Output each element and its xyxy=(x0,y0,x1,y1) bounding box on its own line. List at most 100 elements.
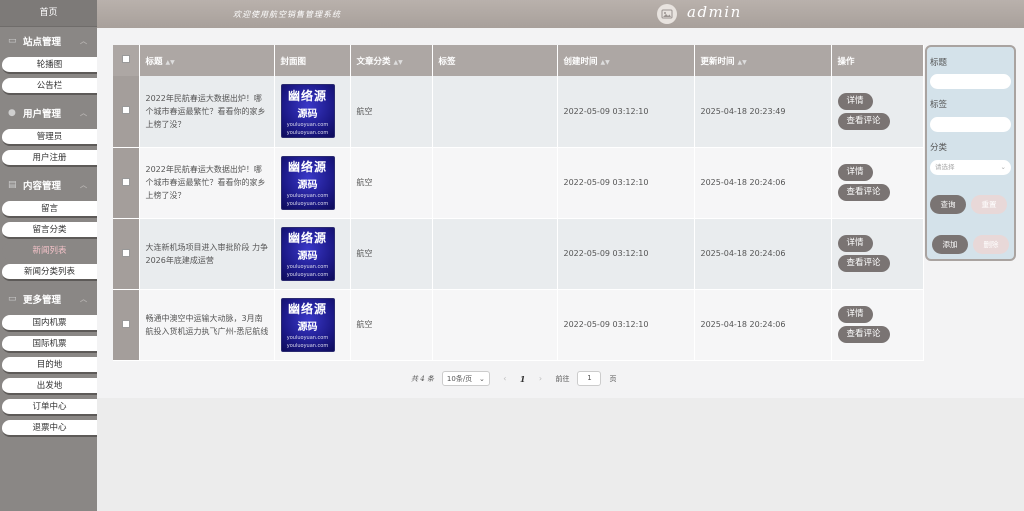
row-updated: 2025-04-18 20:24:06 xyxy=(694,147,832,219)
category-filter-select[interactable]: 请选择 ⌄ xyxy=(930,160,1011,175)
view-comments-button[interactable]: 查看评论 xyxy=(837,184,890,201)
row-title-cell: 畅通中澳空中运输大动脉，3月南航投入货机运力执飞广州-悉尼航线 xyxy=(139,289,275,361)
chevron-up-icon: ︿ xyxy=(80,37,87,45)
sidebar-item-departure[interactable]: 出发地 xyxy=(2,378,97,395)
table-row: 2022年民航春运大数据出炉！哪个城市春运最繁忙？看看你的家乡上榜了没？ 幽络源… xyxy=(113,147,924,219)
sidebar-item-user-register[interactable]: 用户注册 xyxy=(2,150,97,167)
view-comments-button[interactable]: 查看评论 xyxy=(837,255,890,272)
sidebar-item-message[interactable]: 留言 xyxy=(2,201,97,218)
sidebar-group-user[interactable]: ● 用户管理 ︿ xyxy=(0,99,97,127)
row-category: 航空 xyxy=(350,76,433,148)
sidebar-item-refund-center[interactable]: 退票中心 xyxy=(2,420,97,437)
detail-button[interactable]: 详情 xyxy=(837,164,873,181)
row-created: 2022-05-09 03:12:10 xyxy=(557,289,695,361)
delete-button[interactable]: 删除 xyxy=(973,235,1009,254)
row-tag xyxy=(432,218,558,290)
tag-filter-input[interactable] xyxy=(930,117,1011,132)
cover-image[interactable]: 幽络源 源码 youluoyuan.com youluoyuan.com xyxy=(280,84,335,139)
next-page-button[interactable]: › xyxy=(533,374,547,383)
row-title-cell: 2022年民航春运大数据出炉！哪个城市春运最繁忙？看看你的家乡上榜了没？ xyxy=(139,76,275,148)
title-filter-input[interactable] xyxy=(930,74,1011,89)
prev-page-button[interactable]: ‹ xyxy=(498,374,512,383)
search-panel: 标题 标签 分类 请选择 ⌄ 查询 重置 添加 删除 xyxy=(925,45,1016,261)
cover-url: youluoyuan.com xyxy=(286,129,329,136)
sidebar-item-destination[interactable]: 目的地 xyxy=(2,357,97,374)
col-created[interactable]: 创建时间 ▲▼ xyxy=(557,45,695,76)
query-button[interactable]: 查询 xyxy=(930,195,966,214)
row-created: 2022-05-09 03:12:10 xyxy=(557,76,695,148)
cover-url: youluoyuan.com xyxy=(286,121,329,128)
page-unit: 页 xyxy=(609,374,617,383)
row-category: 航空 xyxy=(350,289,433,361)
avatar[interactable] xyxy=(657,4,677,24)
sidebar-group-label: 站点管理 xyxy=(23,37,62,48)
row-checkbox[interactable] xyxy=(121,248,130,257)
detail-button[interactable]: 详情 xyxy=(837,306,873,323)
sidebar-item-notice[interactable]: 公告栏 xyxy=(2,78,97,95)
col-actions-label: 操作 xyxy=(837,56,855,67)
goto-page-input[interactable]: 1 xyxy=(577,371,602,386)
news-table: 标题 ▲▼ 封面图 文章分类 ▲▼ 标签 创建时间 ▲▼ 更新时间 ▲▼ 操作 2022… xyxy=(113,45,924,361)
view-comments-button[interactable]: 查看评论 xyxy=(837,112,890,130)
row-cover-cell: 幽络源 源码 youluoyuan.com youluoyuan.com xyxy=(274,76,351,148)
sidebar-item-international-tickets[interactable]: 国际机票 xyxy=(2,336,97,353)
sort-icon: ▲▼ xyxy=(737,58,747,66)
col-created-label: 创建时间 xyxy=(563,56,598,67)
monitor-icon: ▭ xyxy=(8,36,17,46)
row-title: 大连新机场项目进入审批阶段 力争2026年底建成运营 xyxy=(145,242,269,265)
sidebar-group-label: 内容管理 xyxy=(23,181,62,192)
row-select-cell xyxy=(113,76,140,148)
cover-text: 源码 xyxy=(297,108,318,120)
col-updated[interactable]: 更新时间 ▲▼ xyxy=(694,45,832,76)
sidebar-item-domestic-tickets[interactable]: 国内机票 xyxy=(2,315,97,332)
folder-icon: ▭ xyxy=(8,294,17,304)
add-button[interactable]: 添加 xyxy=(932,235,968,254)
sidebar-item-order-center[interactable]: 订单中心 xyxy=(2,399,97,416)
detail-button[interactable]: 详情 xyxy=(837,92,873,110)
detail-button[interactable]: 详情 xyxy=(837,235,873,252)
document-icon: ▤ xyxy=(8,180,17,190)
col-cover-label: 封面图 xyxy=(280,56,307,67)
sidebar-item-carousel[interactable]: 轮播图 xyxy=(2,57,97,74)
col-title[interactable]: 标题 ▲▼ xyxy=(139,45,275,76)
row-tag xyxy=(432,76,558,148)
row-checkbox[interactable] xyxy=(121,319,130,328)
reset-button[interactable]: 重置 xyxy=(971,195,1007,214)
lower-panel xyxy=(97,398,1024,511)
col-category-label: 文章分类 xyxy=(356,56,391,67)
title-filter-label: 标题 xyxy=(930,58,948,68)
row-created: 2022-05-09 03:12:10 xyxy=(557,218,695,290)
sidebar-group-content[interactable]: ▤ 内容管理 ︿ xyxy=(0,171,97,199)
sidebar-item-news-list[interactable]: 新闻列表 xyxy=(2,243,97,260)
col-updated-label: 更新时间 xyxy=(700,56,735,67)
cover-url: youluoyuan.com xyxy=(286,201,329,207)
sidebar-item-message-category[interactable]: 留言分类 xyxy=(2,222,97,239)
cover-text: 源码 xyxy=(297,180,318,191)
current-page[interactable]: 1 xyxy=(520,374,526,384)
col-tag-label: 标签 xyxy=(438,56,456,67)
user-icon: ● xyxy=(8,108,16,118)
table-row: 畅通中澳空中运输大动脉，3月南航投入货机运力执飞广州-悉尼航线 幽络源 源码 you… xyxy=(113,289,924,361)
cover-image[interactable]: 幽络源 源码 youluoyuan.com youluoyuan.com xyxy=(280,226,335,281)
cover-image[interactable]: 幽络源 源码 youluoyuan.com youluoyuan.com xyxy=(280,297,335,352)
sidebar-group-site[interactable]: ▭ 站点管理 ︿ xyxy=(0,27,97,55)
sidebar-item-news-category-list[interactable]: 新闻分类列表 xyxy=(2,264,97,281)
sidebar-home[interactable]: 首页 xyxy=(0,0,97,27)
sidebar-item-admin[interactable]: 管理员 xyxy=(2,129,97,146)
row-checkbox[interactable] xyxy=(121,106,130,115)
cover-url: youluoyuan.com xyxy=(286,193,329,199)
view-comments-button[interactable]: 查看评论 xyxy=(837,326,890,343)
page-size-select[interactable]: 10条/页 ⌄ xyxy=(441,371,490,386)
row-updated: 2025-04-18 20:24:06 xyxy=(694,289,832,361)
row-checkbox[interactable] xyxy=(121,177,130,186)
username[interactable]: admin xyxy=(687,3,742,21)
cover-image[interactable]: 幽络源 源码 youluoyuan.com youluoyuan.com xyxy=(280,155,335,210)
cover-url: youluoyuan.com xyxy=(286,272,329,278)
col-title-label: 标题 xyxy=(145,56,163,67)
sidebar-group-more[interactable]: ▭ 更多管理 ︿ xyxy=(0,285,97,313)
row-cover-cell: 幽络源 源码 youluoyuan.com youluoyuan.com xyxy=(274,289,351,361)
cover-text: 幽络源 xyxy=(287,88,327,103)
col-category[interactable]: 文章分类 ▲▼ xyxy=(350,45,433,76)
select-all-checkbox[interactable] xyxy=(121,55,130,63)
cover-text: 源码 xyxy=(297,251,318,262)
